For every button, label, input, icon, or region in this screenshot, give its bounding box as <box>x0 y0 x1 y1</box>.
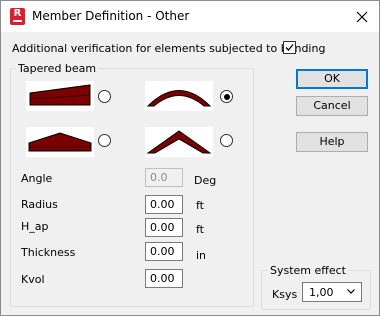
ksys-label: Ksys <box>272 288 298 301</box>
ksys-select[interactable]: 1,00 <box>302 282 362 302</box>
kvol-label: Kvol <box>21 273 45 286</box>
title-bar: R Member Definition - Other <box>1 1 379 32</box>
curved-beam-radio[interactable] <box>220 90 233 103</box>
close-button[interactable] <box>345 1 379 32</box>
angle-input[interactable]: 0.0 <box>145 168 183 187</box>
thickness-unit: in <box>196 249 207 262</box>
radius-unit: ft <box>196 199 204 212</box>
system-effect-group-title: System effect <box>268 264 348 277</box>
thickness-label: Thickness <box>21 246 76 259</box>
angle-label: Angle <box>21 172 53 185</box>
radius-label: Radius <box>21 198 58 211</box>
h-ap-input[interactable]: 0.00 <box>145 218 183 237</box>
window-title: Member Definition - Other <box>32 9 190 23</box>
thickness-input[interactable]: 0.00 <box>145 242 183 261</box>
chevron-down-icon <box>347 289 355 294</box>
checkmark-icon <box>285 44 294 51</box>
single-taper-beam-icon <box>26 81 94 111</box>
h-ap-unit: ft <box>196 223 204 236</box>
h-ap-label: H_ap <box>21 220 49 233</box>
double-taper-beam-icon <box>26 127 94 157</box>
pitched-beam-icon <box>145 127 213 157</box>
pitched-beam-radio[interactable] <box>220 134 233 147</box>
kvol-input[interactable]: 0.00 <box>145 269 183 288</box>
bending-verification-checkbox[interactable] <box>283 41 296 54</box>
ok-button[interactable]: OK <box>296 69 368 89</box>
curved-beam-icon <box>145 81 213 111</box>
angle-unit: Deg <box>194 174 217 187</box>
ksys-value: 1,00 <box>309 286 334 299</box>
tapered-beam-group-title: Tapered beam <box>16 62 99 75</box>
help-button[interactable]: Help <box>296 132 368 152</box>
cancel-button[interactable]: Cancel <box>296 96 368 116</box>
single-taper-radio[interactable] <box>98 90 111 103</box>
close-icon <box>356 11 368 22</box>
member-definition-dialog: R Member Definition - Other Additional v… <box>0 0 380 316</box>
app-logo-icon: R <box>10 8 25 25</box>
bending-verification-label: Additional verification for elements sub… <box>12 42 326 55</box>
radius-input[interactable]: 0.00 <box>145 195 183 214</box>
double-taper-radio[interactable] <box>98 134 111 147</box>
